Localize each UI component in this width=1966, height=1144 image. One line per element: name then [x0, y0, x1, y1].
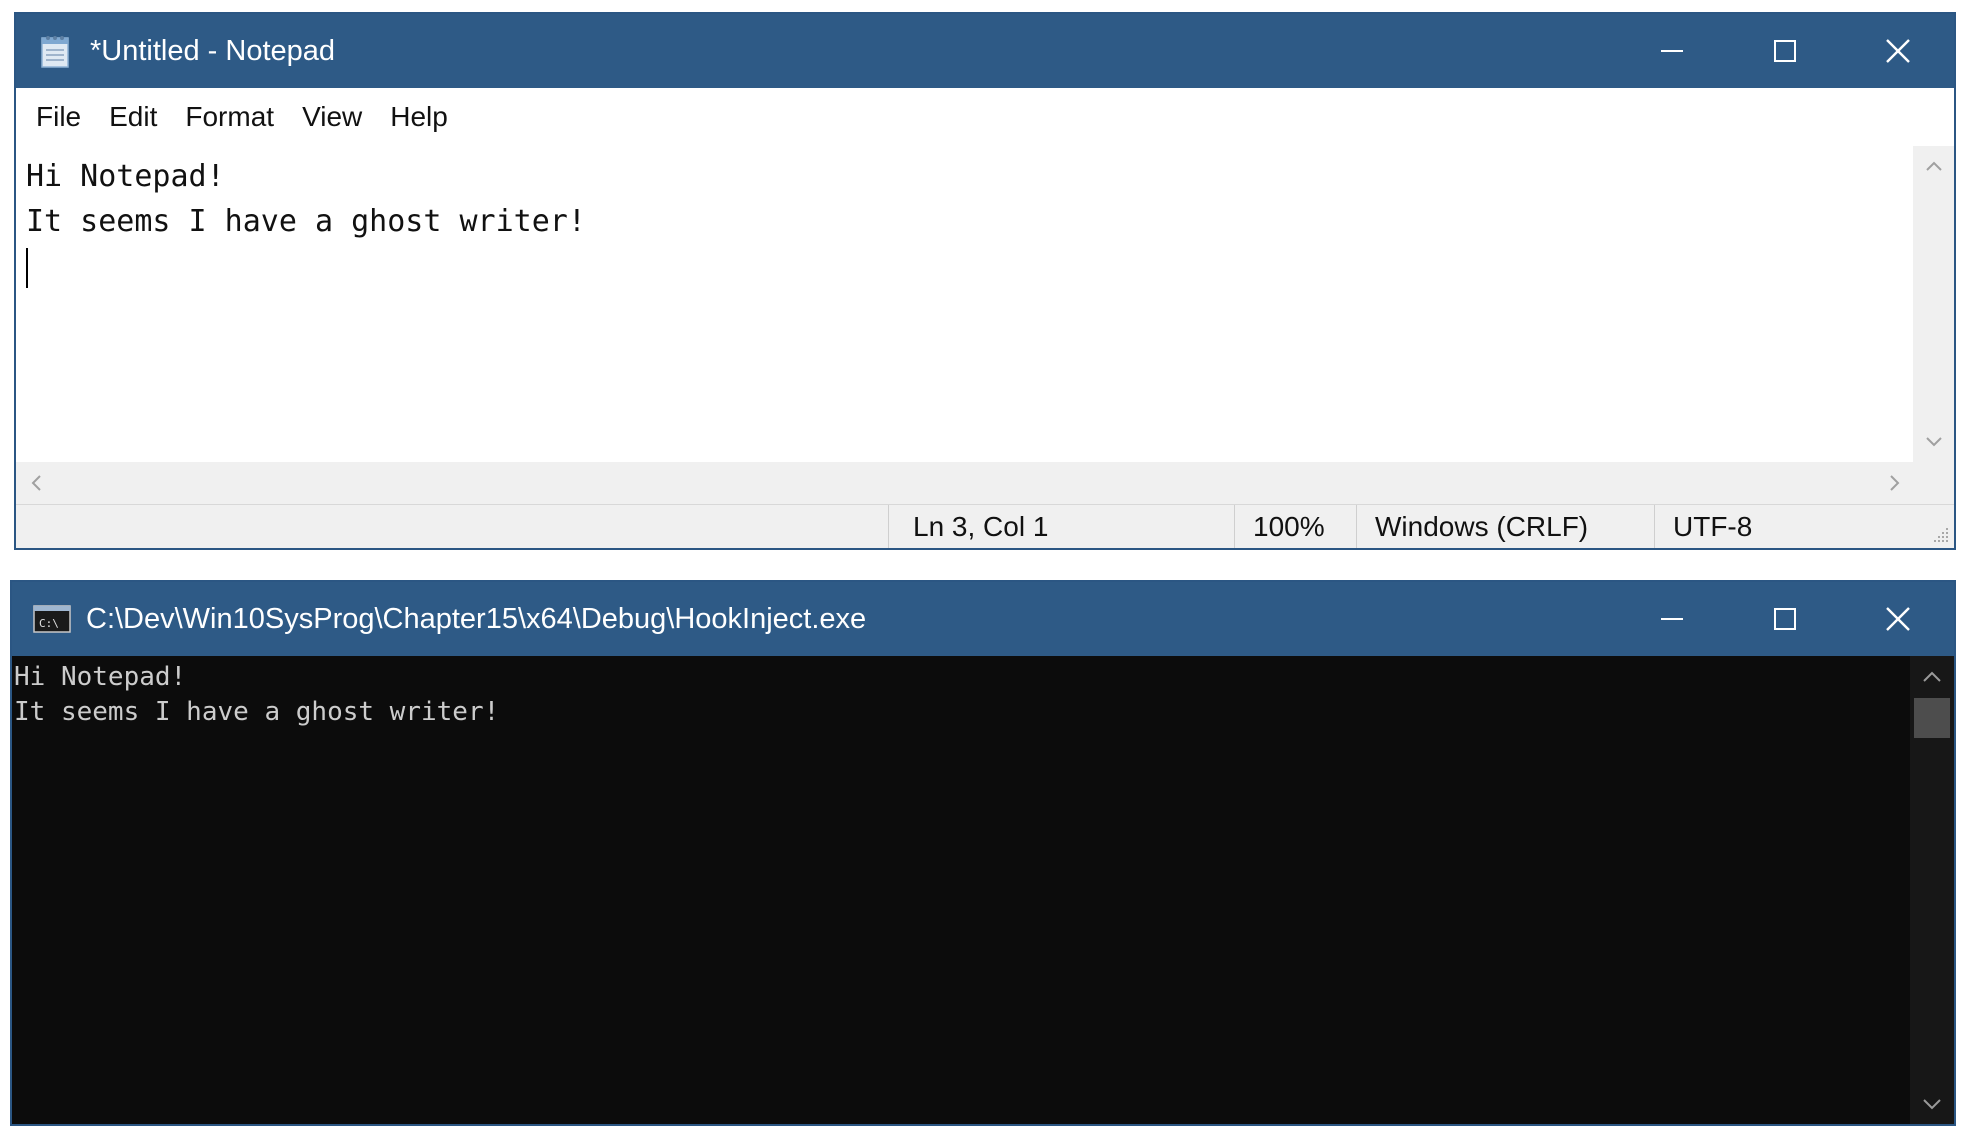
editor-line-current [26, 244, 1905, 289]
caption-buttons [1615, 14, 1954, 88]
notepad-titlebar[interactable]: *Untitled - Notepad [16, 14, 1954, 88]
chevron-down-icon [1925, 437, 1942, 447]
notepad-icon [36, 31, 76, 71]
console-line: Hi Notepad! [14, 662, 187, 692]
console-scroll-up-button[interactable] [1910, 656, 1954, 696]
menu-bar: File Edit Format View Help [16, 88, 1954, 146]
maximize-button[interactable] [1728, 582, 1841, 656]
notepad-window: *Untitled - Notepad File Edit Format Vie… [14, 12, 1956, 550]
maximize-icon [1773, 40, 1796, 62]
console-output[interactable]: Hi Notepad! It seems I have a ghost writ… [12, 656, 1912, 1124]
menu-file[interactable]: File [22, 101, 95, 133]
console-window: C:\ C:\Dev\Win10SysProg\Chapter15\x64\De… [10, 580, 1956, 1126]
window-title: C:\Dev\Win10SysProg\Chapter15\x64\Debug\… [86, 602, 867, 635]
editor-line: Hi Notepad! [26, 159, 225, 194]
scroll-left-button[interactable] [16, 462, 56, 504]
chevron-right-icon [1890, 475, 1900, 491]
chevron-left-icon [31, 475, 41, 491]
close-button[interactable] [1841, 582, 1954, 656]
close-icon [1885, 39, 1910, 63]
console-vertical-scrollbar[interactable] [1910, 656, 1954, 1124]
status-encoding: UTF-8 [1654, 505, 1914, 548]
minimize-icon [1660, 618, 1683, 620]
minimize-button[interactable] [1615, 582, 1728, 656]
console-titlebar[interactable]: C:\ C:\Dev\Win10SysProg\Chapter15\x64\De… [12, 582, 1954, 656]
menu-format[interactable]: Format [171, 101, 288, 133]
chevron-up-icon [1925, 161, 1942, 171]
editor-line: It seems I have a ghost writer! [26, 204, 586, 239]
chevron-down-icon [1923, 1098, 1941, 1109]
scroll-right-button[interactable] [1875, 462, 1915, 504]
status-line-ending: Windows (CRLF) [1356, 505, 1654, 548]
status-position: Ln 3, Col 1 [888, 505, 1234, 548]
text-editor[interactable]: Hi Notepad! It seems I have a ghost writ… [16, 146, 1915, 462]
menu-edit[interactable]: Edit [95, 101, 171, 133]
window-title: *Untitled - Notepad [90, 34, 336, 67]
close-button[interactable] [1841, 14, 1954, 88]
console-icon: C:\ [32, 599, 72, 639]
chevron-up-icon [1923, 671, 1941, 682]
scroll-up-button[interactable] [1913, 146, 1954, 186]
scroll-down-button[interactable] [1913, 422, 1954, 462]
minimize-button[interactable] [1615, 14, 1728, 88]
vertical-scrollbar[interactable] [1913, 146, 1954, 462]
horizontal-scrollbar[interactable] [16, 462, 1915, 504]
menu-help[interactable]: Help [376, 101, 462, 133]
console-line: It seems I have a ghost writer! [14, 697, 500, 727]
console-icon-text: C:\ [39, 617, 59, 630]
maximize-icon [1773, 608, 1796, 630]
close-icon [1885, 607, 1910, 631]
menu-view[interactable]: View [288, 101, 376, 133]
scrollbar-thumb[interactable] [1914, 698, 1950, 738]
status-bar: Ln 3, Col 1 100% Windows (CRLF) UTF-8 [16, 504, 1954, 548]
text-caret [26, 248, 28, 288]
resize-grip-icon[interactable] [1932, 526, 1950, 544]
caption-buttons [1615, 582, 1954, 656]
scrollbar-corner [1913, 462, 1954, 504]
console-scroll-down-button[interactable] [1910, 1084, 1954, 1124]
minimize-icon [1660, 50, 1683, 52]
maximize-button[interactable] [1728, 14, 1841, 88]
status-zoom: 100% [1234, 505, 1356, 548]
